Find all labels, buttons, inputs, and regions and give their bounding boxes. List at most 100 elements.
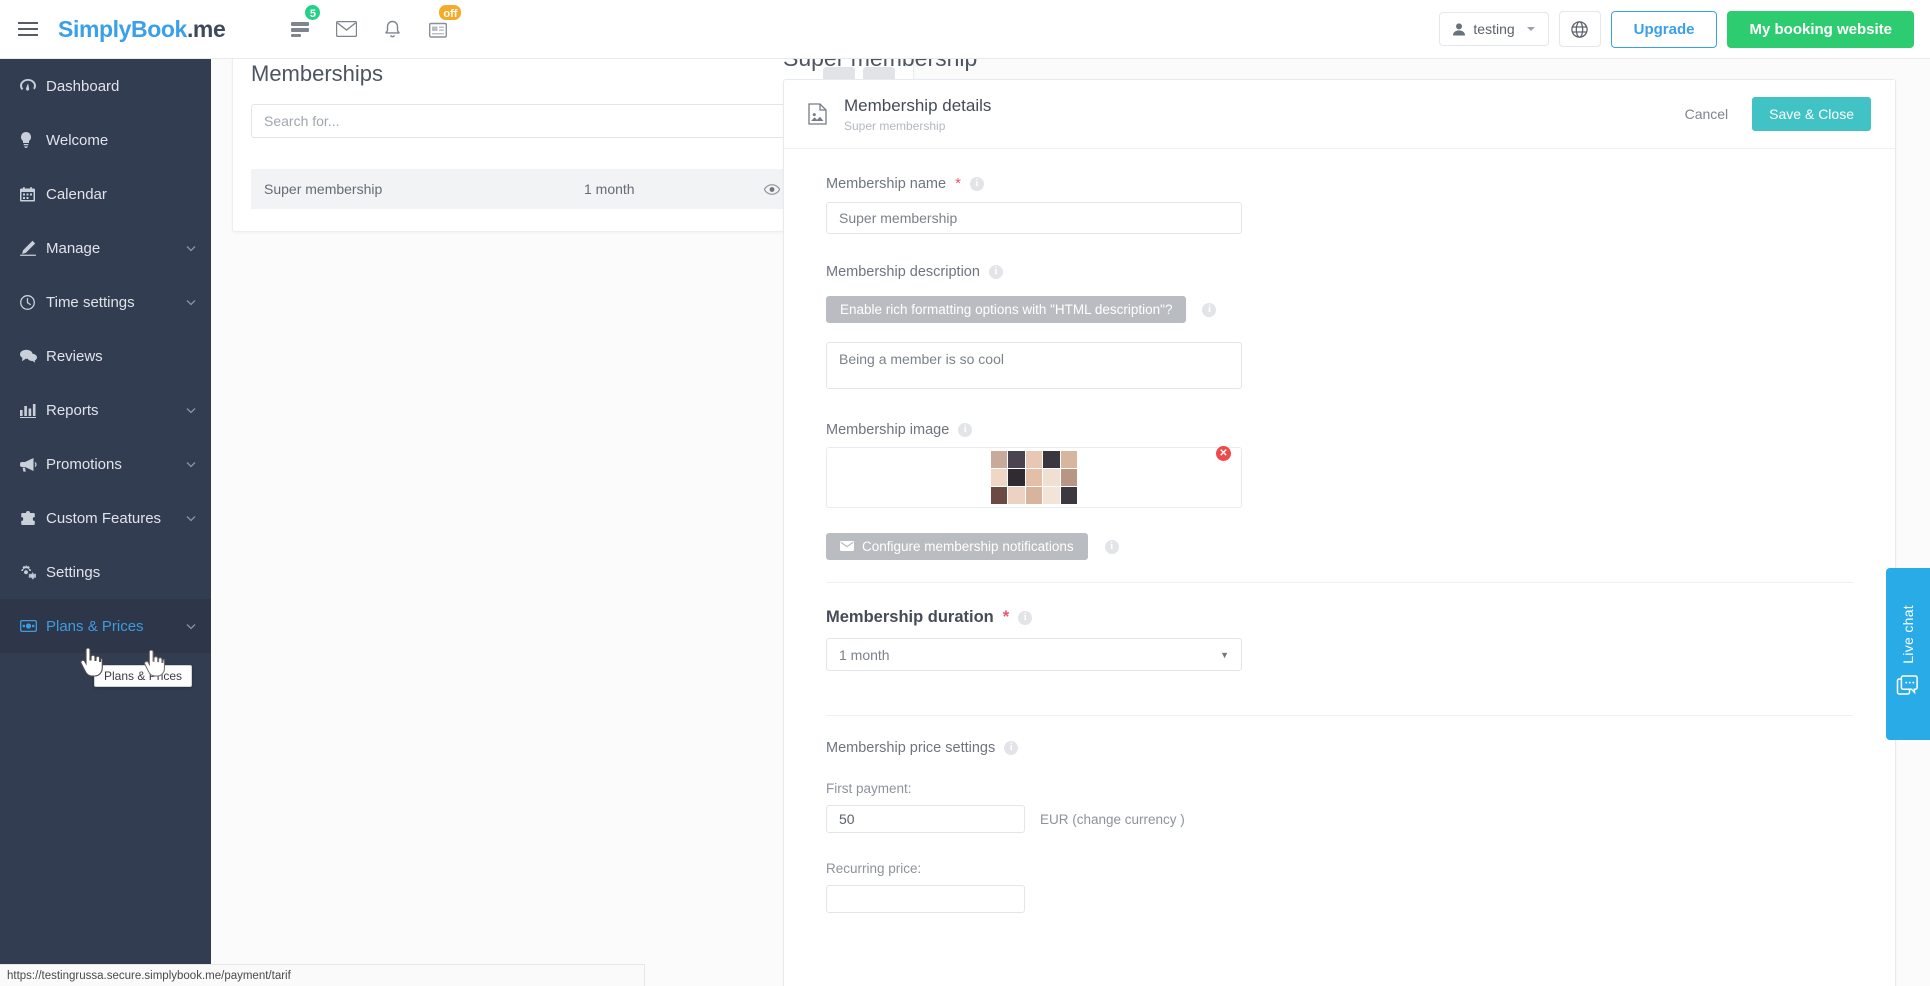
- html-description-row: Enable rich formatting options with "HTM…: [826, 296, 1853, 323]
- section-divider-1: [826, 582, 1853, 583]
- membership-image-label: Membership image i: [826, 422, 1853, 438]
- membership-duration-label: Membership duration * i: [826, 608, 1853, 627]
- header-icon-group: 5 off: [277, 0, 464, 59]
- chevron-down-icon: [186, 300, 196, 306]
- live-chat-tab[interactable]: Live chat: [1886, 568, 1930, 740]
- membership-details-card: Membership details Super membership Canc…: [783, 79, 1896, 986]
- user-name-label: testing: [1473, 21, 1515, 37]
- page-title: Memberships: [251, 61, 384, 86]
- membership-image-box[interactable]: ✕: [826, 446, 1242, 508]
- brand-mid: implyBook: [72, 15, 187, 42]
- first-payment-input[interactable]: [826, 805, 1025, 833]
- info-icon[interactable]: i: [1018, 610, 1033, 625]
- notifications-row: Configure membership notifications i: [826, 533, 1853, 560]
- info-icon[interactable]: i: [1104, 539, 1119, 554]
- enable-html-description-button[interactable]: Enable rich formatting options with "HTM…: [826, 296, 1187, 323]
- user-menu-button[interactable]: testing: [1439, 12, 1549, 46]
- status-bar-url: https://testingrussa.secure.simplybook.m…: [7, 969, 291, 982]
- sidebar-item-dashboard[interactable]: Dashboard: [0, 59, 211, 113]
- required-asterisk: *: [1002, 608, 1010, 626]
- notifications-button-label: Configure membership notifications: [862, 539, 1074, 554]
- sidebar-item-welcome[interactable]: Welcome: [0, 113, 211, 167]
- globe-icon[interactable]: [1558, 11, 1601, 47]
- membership-form: Membership name * i Membership descripti…: [784, 149, 1895, 913]
- chevron-down-icon: ▼: [1220, 649, 1229, 660]
- cancel-button[interactable]: Cancel: [1685, 106, 1729, 122]
- my-booking-website-button[interactable]: My booking website: [1727, 10, 1914, 48]
- browser-status-bar: https://testingrussa.secure.simplybook.m…: [0, 964, 645, 986]
- sidebar-item-time-settings[interactable]: Time settings: [0, 275, 211, 329]
- section-label-text: Membership duration: [826, 608, 994, 626]
- live-chat-label: Live chat: [1900, 605, 1916, 664]
- first-payment-label: First payment:: [826, 781, 912, 796]
- detail-page-title: Super membership: [783, 59, 977, 72]
- membership-price-settings-label: Membership price settings i: [826, 740, 1853, 756]
- gears-icon: [20, 564, 46, 580]
- sidebar-item-calendar[interactable]: Calendar: [0, 167, 211, 221]
- sidebar-item-label: Custom Features: [46, 509, 162, 527]
- sidebar-item-manage[interactable]: Manage: [0, 221, 211, 275]
- bulb-icon: [20, 132, 46, 148]
- chevron-down-icon: [186, 516, 196, 522]
- sidebar-item-reports[interactable]: Reports: [0, 383, 211, 437]
- membership-name-label: Membership name * i: [826, 175, 1853, 192]
- save-and-close-button[interactable]: Save & Close: [1752, 97, 1871, 131]
- info-icon[interactable]: i: [969, 176, 984, 191]
- search-input[interactable]: [251, 104, 858, 138]
- duration-selected-value: 1 month: [839, 646, 890, 663]
- info-icon[interactable]: i: [1202, 302, 1217, 317]
- bell-icon[interactable]: [369, 0, 415, 59]
- membership-duration-select[interactable]: 1 month ▼: [826, 638, 1242, 671]
- membership-name-input[interactable]: [826, 202, 1242, 234]
- configure-membership-notifications-button[interactable]: Configure membership notifications: [826, 533, 1088, 560]
- brand-suffix: .me: [186, 15, 226, 42]
- sidebar-nav: Dashboard Welcome Calendar Manage Time s…: [0, 59, 211, 986]
- eye-icon[interactable]: [764, 183, 780, 195]
- required-asterisk: *: [955, 175, 961, 192]
- sidebar-item-label: Promotions: [46, 455, 122, 473]
- upgrade-button[interactable]: Upgrade: [1610, 10, 1718, 48]
- brand-logo[interactable]: SimplyBook.me: [58, 15, 226, 43]
- sidebar-item-plans-and-prices[interactable]: Plans & Prices: [0, 599, 211, 653]
- pencil-icon: [20, 240, 46, 256]
- sidebar-item-label: Welcome: [46, 131, 109, 149]
- envelope-icon: [840, 539, 854, 554]
- sidebar-item-label: Manage: [46, 239, 101, 257]
- sidebar-item-label: Settings: [46, 563, 101, 581]
- membership-description-textarea[interactable]: Being a member is so cool: [826, 342, 1242, 389]
- info-icon[interactable]: i: [958, 423, 973, 437]
- card-icon: [20, 620, 46, 632]
- image-file-icon: [808, 103, 827, 125]
- sidebar-item-settings[interactable]: Settings: [0, 545, 211, 599]
- info-icon[interactable]: i: [988, 265, 1003, 279]
- sidebar-item-label: Reviews: [46, 347, 103, 365]
- info-icon[interactable]: i: [1004, 741, 1019, 755]
- sidebar-item-promotions[interactable]: Promotions: [0, 437, 211, 491]
- chevron-down-icon: [1526, 27, 1535, 31]
- details-card-header: Membership details Super membership Canc…: [784, 80, 1895, 149]
- field-label-text: Membership image: [826, 422, 950, 438]
- tasks-badge: 5: [303, 2, 323, 22]
- row-name: Super membership: [264, 181, 383, 197]
- membership-description-label: Membership description i: [826, 264, 1853, 280]
- tasks-icon[interactable]: 5: [277, 0, 323, 59]
- page-content: Memberships Super membership 1 month: [211, 59, 1930, 986]
- details-card-title: Membership details: [844, 95, 992, 115]
- sidebar-tooltip: Plans & Prices: [94, 665, 193, 687]
- remove-image-icon[interactable]: ✕: [1216, 446, 1231, 461]
- sidebar-item-reviews[interactable]: Reviews: [0, 329, 211, 383]
- megaphone-icon: [20, 457, 46, 472]
- first-payment-row: EUR (change currency ): [826, 805, 1853, 833]
- news-icon[interactable]: off: [415, 0, 464, 59]
- sidebar-item-custom-features[interactable]: Custom Features: [0, 491, 211, 545]
- details-card-subtitle: Super membership: [844, 118, 946, 133]
- mail-icon[interactable]: [323, 0, 369, 59]
- hamburger-icon[interactable]: [0, 0, 56, 59]
- comments-icon: [20, 349, 46, 363]
- details-card-actions: Cancel Save & Close: [1685, 97, 1871, 131]
- header-actions: testing Upgrade My booking website: [1439, 0, 1930, 59]
- chevron-down-icon: [186, 624, 196, 630]
- recurring-price-input[interactable]: [826, 885, 1025, 913]
- field-label-text: Membership description: [826, 264, 980, 280]
- currency-note[interactable]: EUR (change currency ): [1040, 812, 1185, 827]
